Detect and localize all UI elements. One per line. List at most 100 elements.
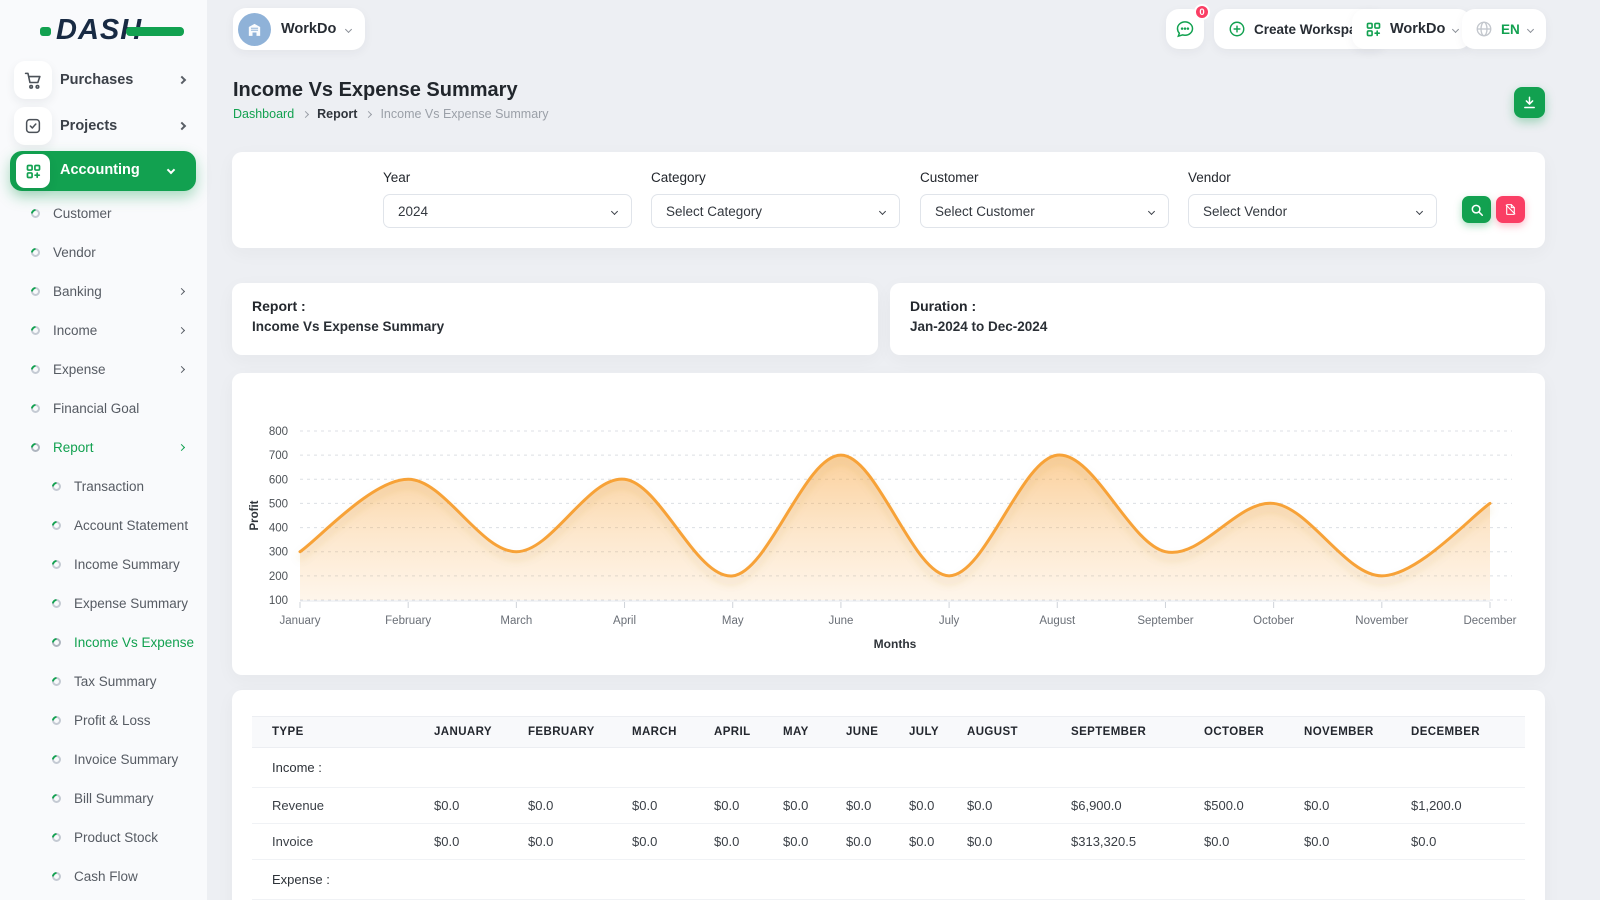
sidebar-item-label: Profit & Loss bbox=[74, 713, 151, 728]
sidebar-accounting-submenu: Customer VendorBankingIncomeExpenseFinanc… bbox=[0, 194, 207, 896]
breadcrumb-dashboard[interactable]: Dashboard bbox=[233, 107, 294, 121]
svg-text:March: March bbox=[500, 615, 532, 627]
cell-value: $0.0 bbox=[957, 824, 1061, 860]
cell-value: $1,200.0 bbox=[1401, 788, 1525, 824]
svg-text:500: 500 bbox=[269, 498, 288, 510]
cell-value: $0.0 bbox=[899, 824, 957, 860]
svg-text:September: September bbox=[1137, 615, 1193, 627]
year-label: Year bbox=[383, 170, 632, 185]
cell-value: $0.0 bbox=[899, 788, 957, 824]
bullet-icon bbox=[50, 714, 63, 727]
svg-text:November: November bbox=[1355, 615, 1408, 627]
table-row: Revenue$0.0$0.0$0.0$0.0$0.0$0.0$0.0$0.0$… bbox=[252, 788, 1525, 824]
sidebar-item-invoice-summary[interactable]: Invoice Summary bbox=[0, 740, 207, 779]
sidebar-item-income-summary[interactable]: Income Summary bbox=[0, 545, 207, 584]
table-row: Invoice$0.0$0.0$0.0$0.0$0.0$0.0$0.0$0.0$… bbox=[252, 824, 1525, 860]
column-header: AUGUST bbox=[957, 717, 1061, 748]
cell-value: $0.0 bbox=[424, 824, 518, 860]
bullet-icon bbox=[50, 831, 63, 844]
globe-icon bbox=[1475, 20, 1493, 38]
cell-value bbox=[1194, 748, 1294, 788]
sidebar-item-income-vs-expense[interactable]: Income Vs Expense bbox=[0, 623, 207, 662]
page-title: Income Vs Expense Summary bbox=[233, 79, 518, 102]
cell-value bbox=[1294, 748, 1401, 788]
sidebar-item-label: Bill Summary bbox=[74, 791, 154, 806]
category-label: Category bbox=[651, 170, 900, 185]
vendor-select[interactable]: Select Vendor bbox=[1188, 194, 1437, 228]
chevron-right-icon bbox=[178, 366, 185, 373]
svg-text:300: 300 bbox=[269, 547, 288, 559]
messages-button[interactable]: 0 bbox=[1166, 9, 1204, 49]
sidebar-item-bill-summary[interactable]: Bill Summary bbox=[0, 779, 207, 818]
svg-text:February: February bbox=[385, 615, 431, 627]
sidebar-item-income[interactable]: Income bbox=[0, 311, 207, 350]
sidebar-item-expense-summary[interactable]: Expense Summary bbox=[0, 584, 207, 623]
cell-value: $0.0 bbox=[1194, 824, 1294, 860]
logo-dash-icon bbox=[40, 27, 51, 36]
chevron-right-icon bbox=[178, 122, 186, 130]
search-icon bbox=[1470, 203, 1484, 217]
chevron-down-icon bbox=[1416, 207, 1423, 214]
bullet-icon bbox=[29, 324, 42, 337]
cell-value bbox=[704, 860, 773, 900]
customer-select[interactable]: Select Customer bbox=[920, 194, 1169, 228]
bullet-icon bbox=[50, 675, 63, 688]
cell-value: $0.0 bbox=[704, 824, 773, 860]
row-label: Invoice bbox=[252, 824, 424, 860]
sidebar-item-account-statement[interactable]: Account Statement bbox=[0, 506, 207, 545]
sidebar-item-profit-loss[interactable]: Profit & Loss bbox=[0, 701, 207, 740]
sidebar: DASH Purchases Projects Accounting Custo… bbox=[0, 0, 207, 900]
workspace-avatar bbox=[238, 13, 271, 46]
cell-value bbox=[424, 748, 518, 788]
bullet-icon bbox=[29, 207, 42, 220]
cell-value bbox=[424, 860, 518, 900]
app-root: DASH Purchases Projects Accounting Custo… bbox=[0, 0, 1600, 900]
breadcrumb-report[interactable]: Report bbox=[317, 107, 357, 121]
chevron-right-icon bbox=[178, 327, 185, 334]
workspace-switcher[interactable]: WorkDo bbox=[233, 8, 365, 50]
sidebar-item-product-stock[interactable]: Product Stock bbox=[0, 818, 207, 857]
workdo-menu[interactable]: WorkDo bbox=[1352, 9, 1471, 49]
reset-filters-button[interactable] bbox=[1496, 196, 1525, 223]
sidebar-item-projects[interactable]: Projects bbox=[0, 107, 207, 145]
check-square-icon bbox=[14, 107, 52, 145]
chevron-down-icon bbox=[345, 25, 352, 32]
sidebar-item-transaction[interactable]: Transaction bbox=[0, 467, 207, 506]
sidebar-item-label: Customer bbox=[53, 206, 112, 221]
apply-filters-button[interactable] bbox=[1462, 196, 1491, 223]
app-logo[interactable]: DASH bbox=[56, 14, 142, 47]
sidebar-item-label: Account Statement bbox=[74, 518, 188, 533]
chevron-down-icon bbox=[1148, 207, 1155, 214]
sidebar-item-expense[interactable]: Expense bbox=[0, 350, 207, 389]
chevron-right-icon bbox=[178, 444, 185, 451]
cell-value bbox=[1401, 748, 1525, 788]
table-body: Income :Revenue$0.0$0.0$0.0$0.0$0.0$0.0$… bbox=[252, 748, 1525, 900]
download-button[interactable] bbox=[1514, 87, 1545, 118]
sidebar-item-financial-goal[interactable]: Financial Goal bbox=[0, 389, 207, 428]
year-select[interactable]: 2024 bbox=[383, 194, 632, 228]
breadcrumb: Dashboard Report Income Vs Expense Summa… bbox=[233, 107, 549, 121]
sidebar-item-purchases[interactable]: Purchases bbox=[0, 61, 207, 99]
grid-plus-icon bbox=[16, 154, 50, 188]
sidebar-item-customer[interactable]: Customer bbox=[0, 194, 207, 233]
sidebar-item-tax-summary[interactable]: Tax Summary bbox=[0, 662, 207, 701]
language-selector[interactable]: EN bbox=[1462, 9, 1546, 49]
report-value: Income Vs Expense Summary bbox=[252, 319, 858, 334]
category-select[interactable]: Select Category bbox=[651, 194, 900, 228]
sidebar-item-banking[interactable]: Banking bbox=[0, 272, 207, 311]
cell-value: $0.0 bbox=[836, 788, 899, 824]
column-header: APRIL bbox=[704, 717, 773, 748]
svg-text:January: January bbox=[280, 615, 321, 627]
cell-value bbox=[1194, 860, 1294, 900]
cell-value: $0.0 bbox=[773, 788, 836, 824]
cell-value: $0.0 bbox=[1294, 824, 1401, 860]
sidebar-item-report[interactable]: Report bbox=[0, 428, 207, 467]
sidebar-item-cash-flow[interactable]: Cash Flow bbox=[0, 857, 207, 896]
vendor-label: Vendor bbox=[1188, 170, 1437, 185]
sidebar-item-accounting[interactable]: Accounting bbox=[10, 151, 196, 191]
sidebar-item-vendor[interactable]: Vendor bbox=[0, 233, 207, 272]
sidebar-item-label: Report bbox=[53, 440, 94, 455]
column-header: OCTOBER bbox=[1194, 717, 1294, 748]
cell-value bbox=[773, 748, 836, 788]
table-row: Income : bbox=[252, 748, 1525, 788]
